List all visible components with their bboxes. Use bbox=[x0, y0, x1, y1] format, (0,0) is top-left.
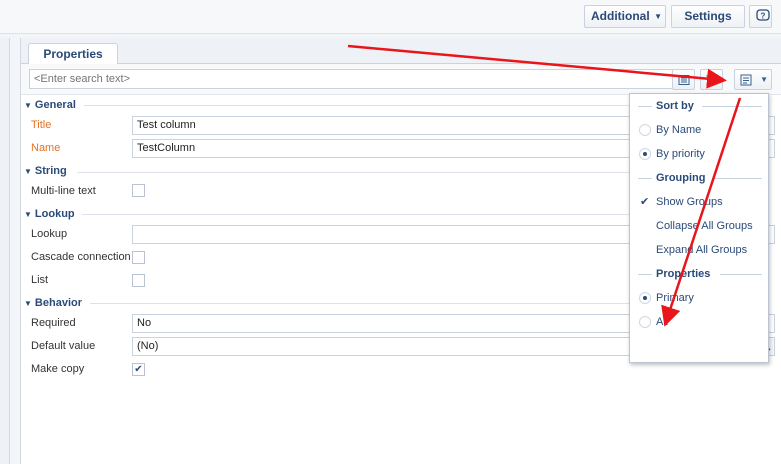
divider bbox=[720, 274, 762, 275]
menu-item-show-groups[interactable]: Show Groups bbox=[656, 196, 723, 208]
title-label: Title bbox=[31, 119, 52, 131]
left-side-panel bbox=[0, 38, 10, 464]
search-input[interactable] bbox=[29, 69, 683, 89]
divider bbox=[714, 178, 762, 179]
clear-filter-icon[interactable] bbox=[700, 69, 723, 90]
list-view-icon[interactable] bbox=[672, 69, 695, 90]
default-value-text: (No) bbox=[137, 340, 159, 352]
help-icon[interactable]: ? bbox=[749, 5, 772, 28]
collapse-triangle-icon: ▼ bbox=[24, 299, 32, 308]
chevron-down-icon: ▼ bbox=[760, 75, 768, 84]
make-copy-checkbox[interactable]: ✔ bbox=[132, 363, 145, 376]
menu-item-by-priority[interactable]: By priority bbox=[656, 148, 705, 160]
menu-item-expand-all[interactable]: Expand All Groups bbox=[656, 244, 747, 256]
divider bbox=[638, 274, 652, 275]
menu-item-by-name[interactable]: By Name bbox=[656, 124, 701, 136]
multiline-label: Multi-line text bbox=[31, 185, 96, 197]
group-behavior[interactable]: ▼ Behavior bbox=[24, 297, 82, 313]
tab-bar: Properties bbox=[21, 38, 781, 65]
divider bbox=[82, 214, 629, 215]
additional-button[interactable]: Additional ▼ bbox=[584, 5, 666, 28]
grouping-header: Grouping bbox=[656, 172, 706, 184]
top-toolbar: Additional ▼ Settings ? bbox=[0, 0, 781, 34]
chevron-down-icon: ▼ bbox=[654, 12, 662, 21]
all-radio[interactable] bbox=[639, 316, 651, 328]
collapse-triangle-icon: ▼ bbox=[24, 167, 32, 176]
additional-label: Additional bbox=[591, 9, 650, 23]
sort-by-header: Sort by bbox=[656, 100, 694, 112]
make-copy-label: Make copy bbox=[31, 363, 85, 375]
divider bbox=[702, 106, 762, 107]
divider bbox=[77, 172, 629, 173]
group-lookup[interactable]: ▼ Lookup bbox=[24, 208, 75, 224]
list-checkbox[interactable] bbox=[132, 274, 145, 287]
properties-header: Properties bbox=[656, 268, 711, 280]
checkmark-icon: ✔ bbox=[640, 196, 650, 208]
menu-item-collapse-all[interactable]: Collapse All Groups bbox=[656, 220, 753, 232]
divider bbox=[84, 105, 629, 106]
view-options-icon bbox=[740, 74, 752, 86]
by-priority-radio[interactable] bbox=[639, 148, 651, 160]
properties-toolbar: ▼ bbox=[21, 64, 781, 95]
menu-item-all[interactable]: All bbox=[656, 316, 668, 328]
tab-properties[interactable]: Properties bbox=[28, 43, 118, 65]
name-label: Name bbox=[31, 142, 61, 154]
collapse-triangle-icon: ▼ bbox=[24, 210, 32, 219]
multiline-checkbox[interactable] bbox=[132, 184, 145, 197]
settings-button[interactable]: Settings bbox=[671, 5, 745, 28]
divider bbox=[90, 303, 629, 304]
divider bbox=[638, 178, 652, 179]
collapse-triangle-icon: ▼ bbox=[24, 101, 32, 110]
by-name-radio[interactable] bbox=[639, 124, 651, 136]
default-value-label: Default value bbox=[31, 340, 96, 352]
cascade-label: Cascade connection bbox=[31, 251, 131, 263]
lookup-label: Lookup bbox=[31, 228, 68, 240]
view-options-menu: Sort by By Name By priority Grouping ✔ S… bbox=[629, 93, 769, 363]
group-string[interactable]: ▼ String bbox=[24, 165, 67, 181]
cascade-checkbox[interactable] bbox=[132, 251, 145, 264]
svg-text:?: ? bbox=[761, 12, 766, 21]
required-label: Required bbox=[31, 317, 76, 329]
list-label: List bbox=[31, 274, 49, 286]
group-general[interactable]: ▼ General bbox=[24, 99, 76, 115]
menu-item-primary[interactable]: Primary bbox=[656, 292, 694, 304]
divider bbox=[638, 106, 652, 107]
view-options-button[interactable]: ▼ bbox=[734, 69, 772, 90]
primary-radio[interactable] bbox=[639, 292, 651, 304]
